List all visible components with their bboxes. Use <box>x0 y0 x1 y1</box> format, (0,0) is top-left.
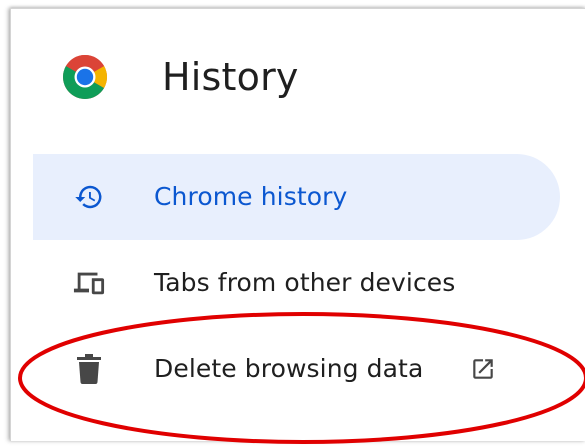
sidebar-item-label: Chrome history <box>154 181 348 211</box>
open-in-new-icon <box>473 359 493 379</box>
sidebar-item-chrome-history[interactable]: Chrome history <box>33 154 560 240</box>
sidebar-item-label: Tabs from other devices <box>154 267 456 297</box>
sidebar-item-tabs-from-other-devices[interactable]: Tabs from other devices <box>33 240 560 326</box>
sidebar-nav: Chrome history Tabs from other devices D… <box>33 154 585 412</box>
trash-icon <box>73 353 105 385</box>
sidebar-item-delete-browsing-data[interactable]: Delete browsing data <box>33 326 560 412</box>
chrome-logo-icon <box>63 55 107 99</box>
sidebar-header: History <box>11 9 585 144</box>
sidebar-item-label: Delete browsing data <box>154 353 424 383</box>
history-sidebar: History Chrome history Tabs from other d… <box>10 8 585 441</box>
history-icon <box>73 181 105 213</box>
page-title: History <box>162 55 299 99</box>
devices-icon <box>73 267 105 299</box>
